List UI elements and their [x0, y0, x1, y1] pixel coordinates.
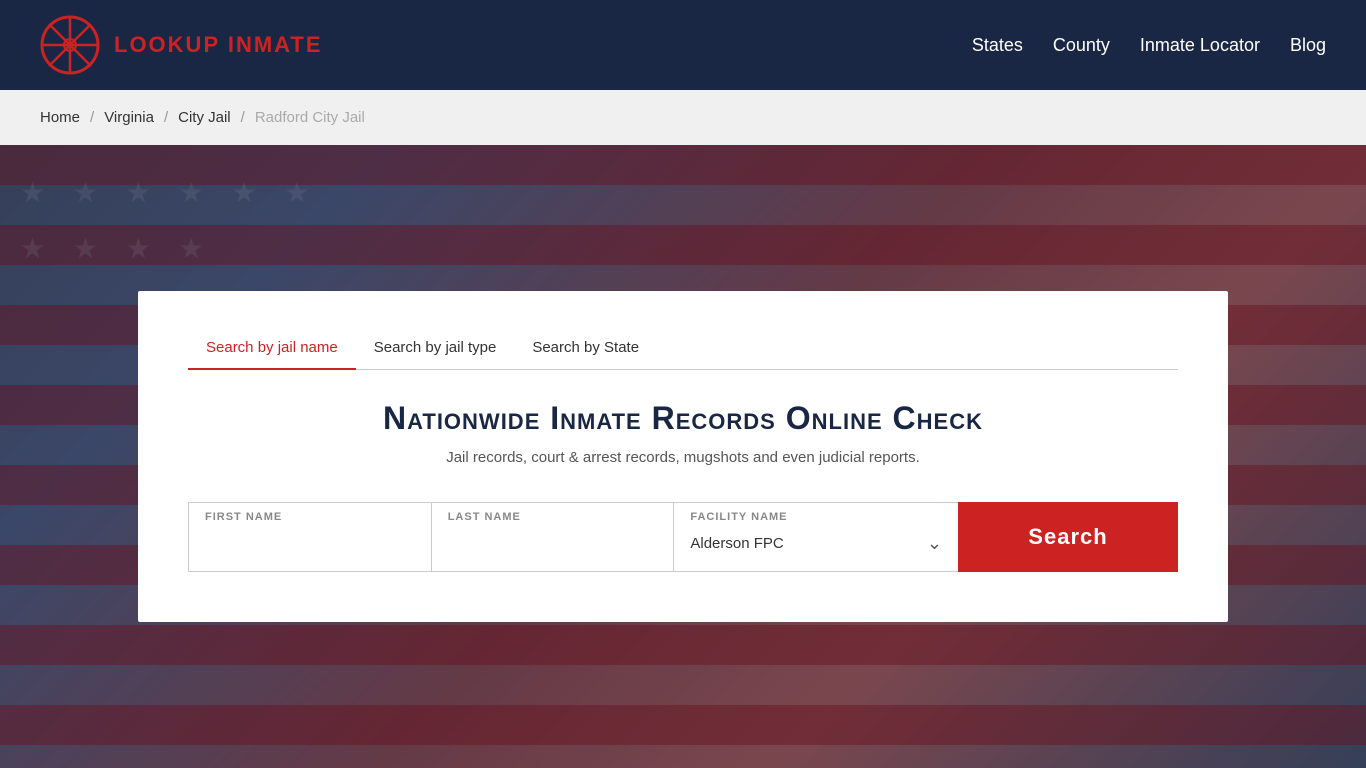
breadcrumb-sep-2: / [164, 109, 168, 126]
breadcrumb-city-jail[interactable]: City Jail [178, 109, 231, 126]
navbar: LOOKUP INMATE States County Inmate Locat… [0, 0, 1366, 90]
facility-label: FACILITY NAME [690, 511, 942, 523]
search-button[interactable]: Search [958, 502, 1178, 572]
logo-icon [40, 15, 100, 75]
first-name-field: FIRST NAME [188, 502, 431, 572]
breadcrumb: Home / Virginia / City Jail / Radford Ci… [0, 90, 1366, 145]
tab-jail-name[interactable]: Search by jail name [188, 331, 356, 370]
first-name-label: FIRST NAME [205, 511, 415, 523]
breadcrumb-home[interactable]: Home [40, 109, 80, 126]
breadcrumb-current: Radford City Jail [255, 109, 365, 126]
breadcrumb-virginia[interactable]: Virginia [104, 109, 154, 126]
hero: Search by jail name Search by jail type … [0, 145, 1366, 768]
card-title: Nationwide Inmate Records Online Check [188, 400, 1178, 437]
last-name-field: LAST NAME [431, 502, 674, 572]
facility-value: Alderson FPC [690, 535, 783, 552]
last-name-input[interactable] [448, 529, 658, 546]
search-tabs: Search by jail name Search by jail type … [188, 331, 1178, 370]
nav-county[interactable]: County [1053, 35, 1110, 56]
search-fields: FIRST NAME LAST NAME FACILITY NAME Alder… [188, 502, 1178, 572]
breadcrumb-sep-1: / [90, 109, 94, 126]
nav-blog[interactable]: Blog [1290, 35, 1326, 56]
tab-jail-type[interactable]: Search by jail type [356, 331, 515, 370]
tab-state[interactable]: Search by State [514, 331, 657, 370]
card-subtitle: Jail records, court & arrest records, mu… [188, 449, 1178, 466]
logo-text: LOOKUP INMATE [114, 32, 323, 58]
facility-select-inner: Alderson FPC ⌄ [690, 529, 942, 554]
breadcrumb-sep-3: / [241, 109, 245, 126]
first-name-input[interactable] [205, 529, 415, 546]
facility-select[interactable]: FACILITY NAME Alderson FPC ⌄ [673, 502, 958, 572]
nav-inmate-locator[interactable]: Inmate Locator [1140, 35, 1260, 56]
last-name-label: LAST NAME [448, 511, 658, 523]
nav-links: States County Inmate Locator Blog [972, 35, 1326, 56]
search-card: Search by jail name Search by jail type … [138, 291, 1228, 622]
chevron-down-icon: ⌄ [927, 533, 942, 554]
nav-states[interactable]: States [972, 35, 1023, 56]
logo[interactable]: LOOKUP INMATE [40, 15, 323, 75]
